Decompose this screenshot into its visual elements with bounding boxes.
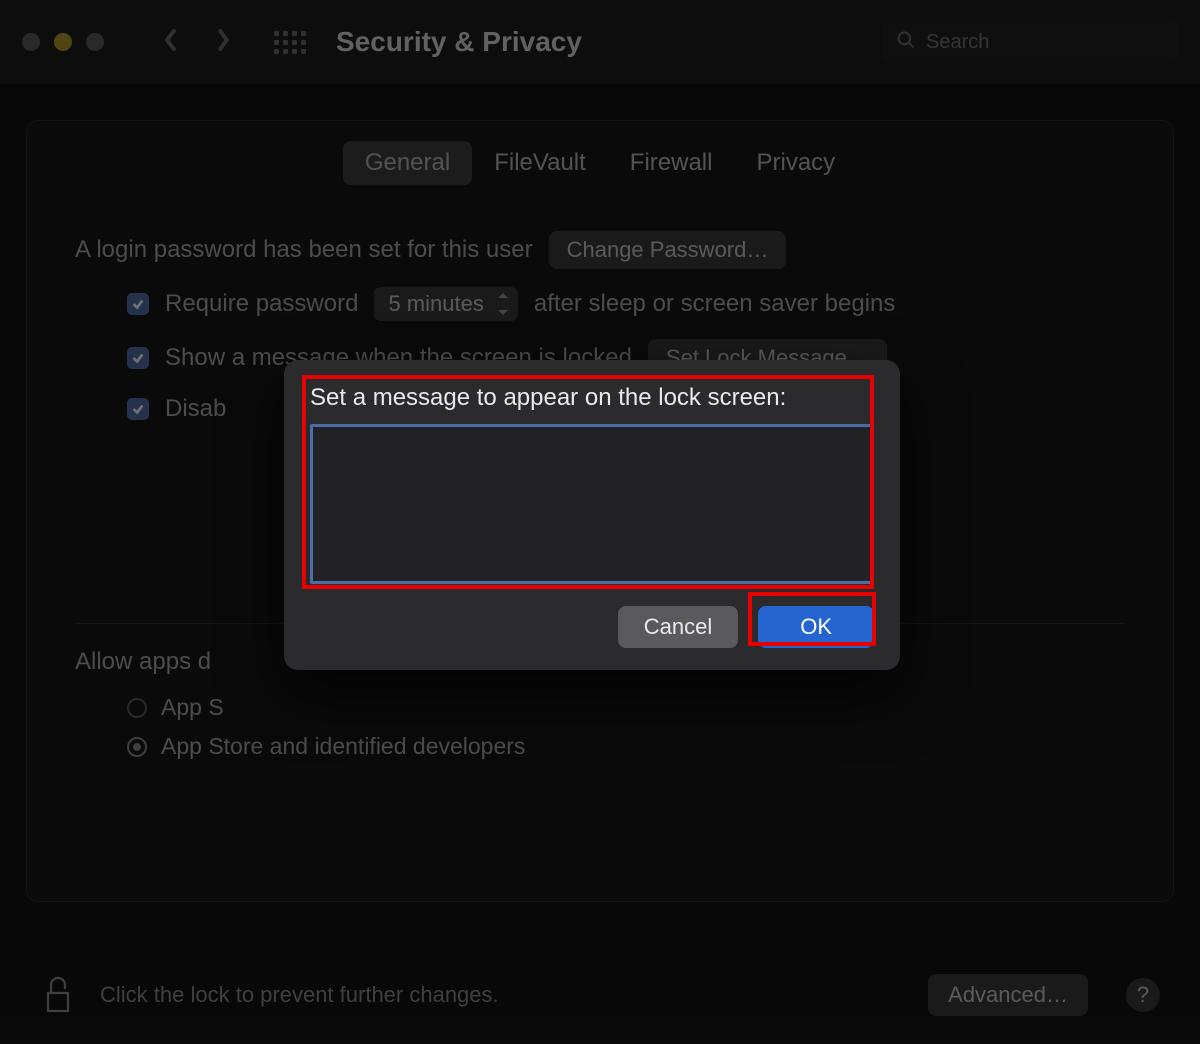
sheet-prompt: Set a message to appear on the lock scre…: [310, 384, 874, 412]
window-footer: Click the lock to prevent further change…: [0, 946, 1200, 1044]
require-password-after-label: after sleep or screen saver begins: [534, 290, 896, 318]
tab-privacy[interactable]: Privacy: [734, 141, 857, 185]
back-button[interactable]: [162, 27, 180, 58]
require-password-label: Require password: [165, 290, 358, 318]
require-password-delay-select[interactable]: 5 minutes: [374, 287, 517, 321]
radio-identified-developers[interactable]: [127, 737, 147, 757]
lock-explanation-text: Click the lock to prevent further change…: [100, 982, 499, 1008]
forward-button[interactable]: [214, 27, 232, 58]
show-all-preferences-button[interactable]: [274, 31, 306, 54]
disable-autologin-checkbox[interactable]: [127, 398, 149, 420]
minimize-window-button[interactable]: [54, 33, 72, 51]
search-input[interactable]: [926, 31, 1191, 54]
disable-autologin-label: Disab: [165, 395, 226, 423]
lock-icon[interactable]: [40, 971, 76, 1020]
search-icon: [896, 30, 916, 55]
require-password-checkbox[interactable]: [127, 293, 149, 315]
traffic-lights: [22, 33, 104, 51]
tab-filevault[interactable]: FileVault: [472, 141, 608, 185]
tab-bar: General FileVault Firewall Privacy: [75, 141, 1125, 185]
radio-appstore[interactable]: [127, 698, 147, 718]
preferences-window: Security & Privacy General FileVault Fir…: [0, 0, 1200, 1044]
window-toolbar: Security & Privacy: [0, 0, 1200, 84]
tab-firewall[interactable]: Firewall: [608, 141, 735, 185]
search-field-container: [882, 22, 1178, 62]
set-lock-message-sheet: Set a message to appear on the lock scre…: [284, 360, 900, 670]
show-lock-message-checkbox[interactable]: [127, 347, 149, 369]
cancel-button[interactable]: Cancel: [618, 606, 738, 648]
radio-identified-row: App Store and identified developers: [75, 733, 1125, 760]
advanced-button[interactable]: Advanced…: [928, 974, 1088, 1016]
change-password-button[interactable]: Change Password…: [549, 231, 787, 269]
sheet-button-row: Cancel OK: [310, 606, 874, 648]
help-button[interactable]: ?: [1126, 978, 1160, 1012]
require-password-row: Require password 5 minutes after sleep o…: [75, 287, 1125, 321]
radio-identified-label: App Store and identified developers: [161, 733, 525, 760]
allow-apps-label: Allow apps d: [75, 648, 211, 676]
zoom-window-button[interactable]: [86, 33, 104, 51]
window-title: Security & Privacy: [336, 26, 582, 58]
login-password-row: A login password has been set for this u…: [75, 231, 1125, 269]
radio-appstore-label: App S: [161, 694, 224, 721]
login-password-text: A login password has been set for this u…: [75, 236, 533, 264]
ok-button[interactable]: OK: [758, 606, 874, 648]
nav-arrows: [162, 27, 232, 58]
radio-appstore-row: App S: [75, 694, 1125, 721]
tab-general[interactable]: General: [343, 141, 472, 185]
lock-message-textarea[interactable]: [310, 424, 874, 584]
close-window-button[interactable]: [22, 33, 40, 51]
